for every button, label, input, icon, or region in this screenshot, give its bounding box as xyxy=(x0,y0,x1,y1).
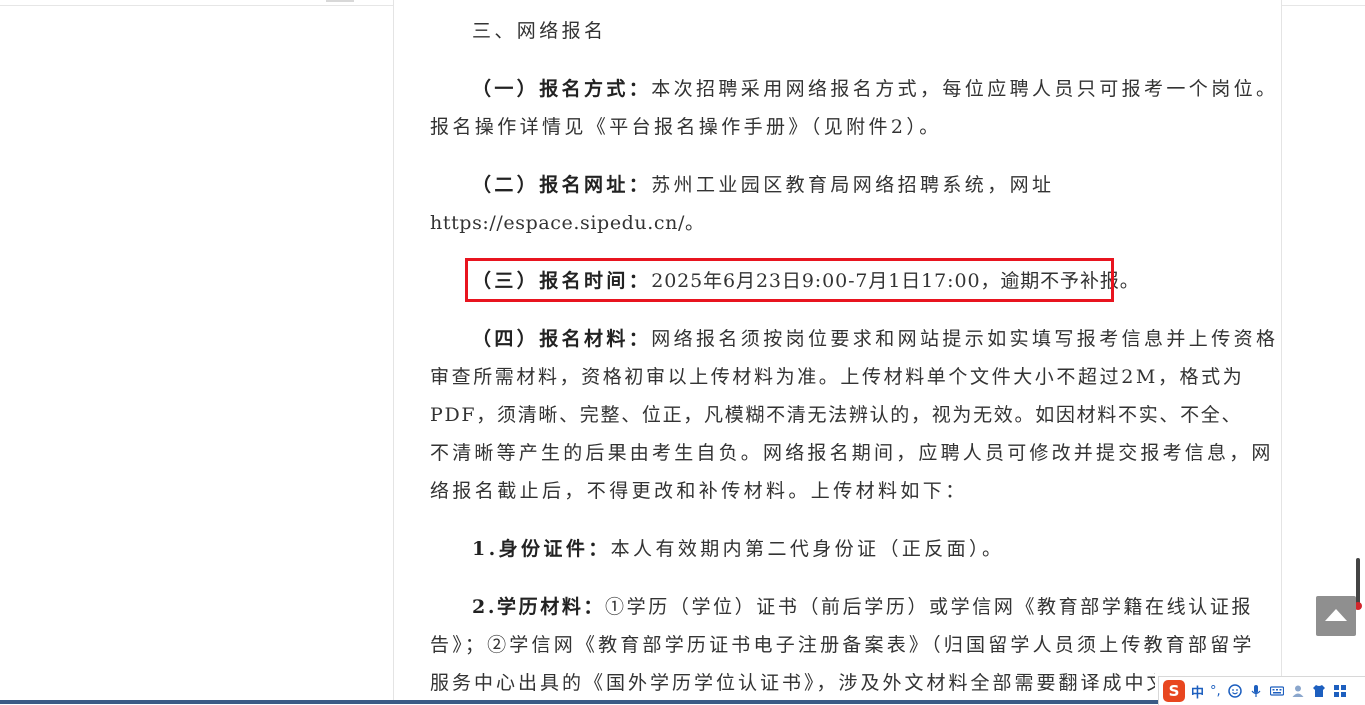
sogou-ime-icon[interactable]: S xyxy=(1163,680,1185,702)
keyboard-icon[interactable] xyxy=(1269,684,1284,698)
paragraph-4-line-2: 审查所需材料，资格初审以上传材料为准。上传材料单个文件大小不超过2M，格式为 xyxy=(430,366,1245,388)
section-heading: 三、网络报名 xyxy=(472,20,607,42)
paragraph-1-label: （一）报名方式： xyxy=(472,78,652,100)
paragraph-4-line-3: PDF，须清晰、完整、位正，凡模糊不清无法辨认的，视为无效。如因材料不实、不全、 xyxy=(430,404,1243,426)
paragraph-2-text-1: 苏州工业园区教育局网络招聘系统，网址 xyxy=(651,174,1055,196)
shirt-icon[interactable] xyxy=(1312,684,1326,698)
taskbar xyxy=(0,700,1158,704)
top-tab xyxy=(326,0,354,2)
back-to-top-icon xyxy=(1325,609,1347,621)
paragraph-1-line-2: 报名操作详情见《平台报名操作手册》（见附件2）。 xyxy=(430,116,942,138)
ime-punct-toggle[interactable]: °, xyxy=(1210,684,1221,699)
paragraph-1-line-1: （一）报名方式：本次招聘采用网络报名方式，每位应聘人员只可报考一个岗位。 xyxy=(472,77,1278,101)
paragraph-4-line-4: 不清晰等产生的后果由考生自负。网络报名期间，应聘人员可修改并提交报考信息，网 xyxy=(430,442,1274,464)
item-2-line-1: 2.学历材料：①学历（学位）证书（前后学历）或学信网《教育部学籍在线认证报 xyxy=(472,595,1253,619)
item-2-line-3: 服务中心出具的《国外学历学位认证书》，涉及外文材料全部需要翻译成中文版本，去 xyxy=(430,672,1155,694)
item-2-text-1: ①学历（学位）证书（前后学历）或学信网《教育部学籍在线认证报 xyxy=(605,596,1254,618)
item-2-line-2: 告》；②学信网《教育部学历证书电子注册备案表》（归国留学人员须上传教育部留学 xyxy=(430,634,1255,656)
microphone-icon[interactable] xyxy=(1249,684,1263,698)
paragraph-4-text-1: 网络报名须按岗位要求和网站提示如实填写报考信息并上传资格 xyxy=(651,328,1279,350)
paragraph-2-url[interactable]: https://espace.sipedu.cn/。 xyxy=(430,211,705,235)
highlight-box xyxy=(465,258,1114,302)
item-1-line: 1.身份证件：本人有效期内第二代身份证（正反面）。 xyxy=(472,537,1004,561)
ime-toolbar: S 中 °, xyxy=(1158,676,1365,705)
thermometer-stem xyxy=(1356,558,1360,606)
back-to-top-button[interactable] xyxy=(1316,596,1356,636)
paragraph-1-text-1: 本次招聘采用网络报名方式，每位应聘人员只可报考一个岗位。 xyxy=(651,78,1279,100)
paragraph-4-label: （四）报名材料： xyxy=(472,328,652,350)
paragraph-4-line-5: 络报名截止后，不得更改和补传材料。上传材料如下： xyxy=(430,480,968,502)
paragraph-4-line-1: （四）报名材料：网络报名须按岗位要求和网站提示如实填写报考信息并上传资格 xyxy=(472,327,1278,351)
ime-mode-toggle[interactable]: 中 xyxy=(1191,682,1204,701)
emoji-icon[interactable] xyxy=(1227,684,1242,698)
item-1-label: 1.身份证件： xyxy=(472,538,611,560)
paragraph-2-label: （二）报名网址： xyxy=(472,174,652,196)
grid-icon[interactable] xyxy=(1333,684,1347,698)
user-icon[interactable] xyxy=(1291,684,1305,698)
item-2-label: 2.学历材料： xyxy=(472,596,606,618)
item-1-text: 本人有效期内第二代身份证（正反面）。 xyxy=(610,538,1005,560)
paragraph-2-line-1: （二）报名网址：苏州工业园区教育局网络招聘系统，网址 xyxy=(472,173,1054,197)
